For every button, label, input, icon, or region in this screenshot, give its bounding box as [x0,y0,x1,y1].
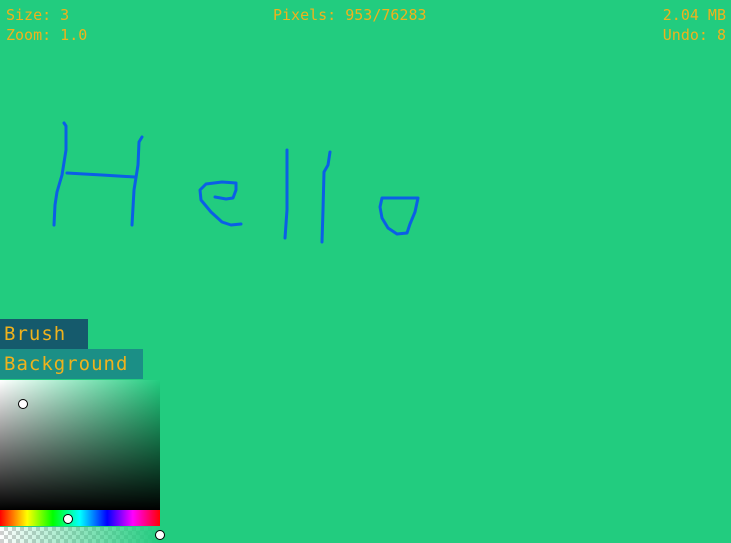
brush-color-tab[interactable]: Brush [0,319,88,349]
stroke-l-1 [283,148,289,240]
background-color-tab[interactable]: Background [0,349,143,379]
pixel-count-readout: Pixels: 953/76283 [273,6,427,24]
alpha-slider[interactable] [0,527,165,543]
stroke-e [198,180,243,227]
memory-usage-readout: 2.04 MB [662,6,726,24]
saturation-value-picker[interactable] [0,380,160,510]
hue-slider[interactable] [0,510,160,526]
picker-handle[interactable] [18,399,28,409]
stroke-h-right [130,135,144,227]
zoom-readout: Zoom: 1.0 [6,26,88,44]
stroke-h-bar [65,171,137,179]
stroke-l-2 [320,150,332,244]
stroke-o [378,196,420,236]
hue-slider-handle[interactable] [63,514,73,524]
stroke-h-left [52,121,68,227]
alpha-slider-handle[interactable] [155,530,165,540]
brush-size-readout: Size: 3 [6,6,70,24]
undo-count-readout: Undo: 8 [662,26,726,44]
